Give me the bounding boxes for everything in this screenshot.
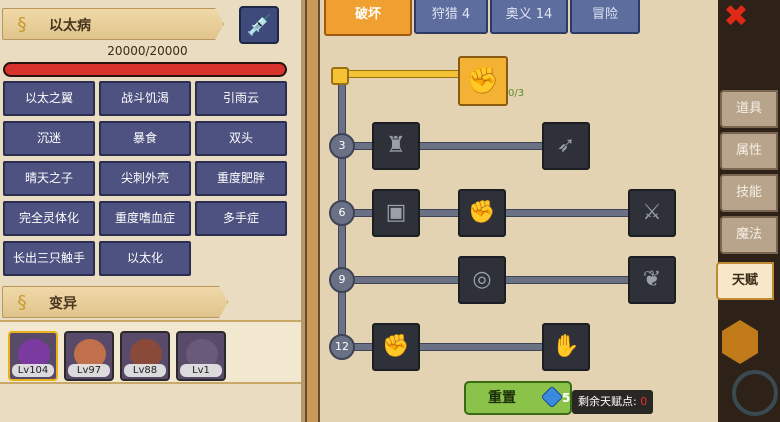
- level-node: 12: [329, 334, 355, 360]
- talent-node[interactable]: ✊: [458, 189, 506, 237]
- character-level: Lv104: [12, 364, 54, 377]
- syringe-icon: 💉: [246, 13, 272, 37]
- disease-banner: § 以太病: [2, 8, 224, 40]
- character-level: Lv88: [124, 364, 166, 377]
- hp-bar-fill: [5, 64, 285, 75]
- disease-title: 以太病: [49, 18, 91, 34]
- talent-points: 剩余天赋点: 0: [572, 390, 654, 414]
- sidebar-tab-magic[interactable]: 魔法: [720, 216, 778, 254]
- talent-node[interactable]: ▣: [372, 189, 420, 237]
- ring-icon: [732, 370, 778, 416]
- sidebar-tab-items[interactable]: 道具: [720, 90, 778, 128]
- talent-node[interactable]: ◎: [458, 256, 506, 304]
- tab-arcane[interactable]: 奥义 14: [490, 0, 568, 34]
- panel-divider: [305, 0, 320, 422]
- skill-button[interactable]: 重度肥胖: [195, 161, 287, 196]
- arrow-icon: ➶: [556, 133, 576, 158]
- skill-button[interactable]: 双头: [195, 121, 287, 156]
- character-level: Lv1: [180, 364, 222, 377]
- skill-button[interactable]: 长出三只触手: [3, 241, 95, 276]
- mutation-banner: § 变异: [2, 286, 228, 318]
- skill-button[interactable]: 晴天之子: [3, 161, 95, 196]
- skill-button[interactable]: 引雨云: [195, 81, 287, 116]
- talent-node[interactable]: ✋: [542, 323, 590, 371]
- reset-button[interactable]: 重置 5: [464, 381, 572, 415]
- talent-node[interactable]: ⚔: [628, 189, 676, 237]
- gauntlet-icon: ✋: [552, 334, 580, 359]
- character-portrait[interactable]: Lv1: [176, 331, 226, 381]
- sidebar-tab-skills[interactable]: 技能: [720, 174, 778, 212]
- reset-label: 重置: [488, 390, 516, 406]
- mutation-title: 变异: [49, 296, 77, 312]
- talent-node[interactable]: ✊: [372, 323, 420, 371]
- points-label: 剩余天赋点:: [578, 395, 637, 408]
- talent-count: 0/3: [508, 88, 525, 99]
- talent-node[interactable]: ❦: [628, 256, 676, 304]
- character-list: Lv104 Lv97 Lv88 Lv1: [0, 320, 303, 384]
- disease-panel: § 以太病 💉 20000/20000 以太之翼 战斗饥渴 引雨云 沉迷 暴食 …: [0, 0, 305, 422]
- sidebar-tab-attributes[interactable]: 属性: [720, 132, 778, 170]
- character-level: Lv97: [68, 364, 110, 377]
- helix-icon: §: [17, 14, 27, 35]
- handshake-icon: ✊: [466, 66, 500, 96]
- level-node: 6: [329, 200, 355, 226]
- points-value: 0: [640, 395, 648, 408]
- character-portrait[interactable]: Lv97: [64, 331, 114, 381]
- sword-icon: ⚔: [642, 200, 662, 225]
- tab-adventure[interactable]: 冒险: [570, 0, 640, 34]
- skill-button[interactable]: 以太之翼: [3, 81, 95, 116]
- tree-root-line: [338, 70, 478, 78]
- card-icon: ▣: [385, 200, 407, 225]
- hp-text: 20000/20000: [107, 44, 188, 58]
- skill-button[interactable]: 重度嗜血症: [99, 201, 191, 236]
- fist-punch-icon: ✊: [468, 200, 496, 225]
- brute-icon: ♜: [386, 133, 406, 158]
- shockwave-icon: ◎: [472, 267, 492, 292]
- talent-handshake[interactable]: ✊: [458, 56, 508, 106]
- reset-cost: 5: [562, 391, 571, 405]
- tab-destroy[interactable]: 破坏: [324, 0, 412, 36]
- gem-icon: [540, 385, 564, 409]
- skill-button[interactable]: 暴食: [99, 121, 191, 156]
- bat-icon: ❦: [642, 267, 662, 292]
- sidebar-tab-talent[interactable]: 天赋: [716, 262, 774, 300]
- emblem-icon: [722, 320, 758, 364]
- helix-icon: §: [17, 292, 27, 313]
- skill-button[interactable]: 以太化: [99, 241, 191, 276]
- skill-button[interactable]: 多手症: [195, 201, 287, 236]
- skill-button[interactable]: 沉迷: [3, 121, 95, 156]
- level-node: 9: [329, 267, 355, 293]
- hp-bar: [3, 62, 287, 77]
- tab-hunt[interactable]: 狩猎 4: [414, 0, 488, 34]
- tree-root-node: [331, 67, 349, 85]
- level-node: 3: [329, 133, 355, 159]
- talent-tree-panel: 破坏 狩猎 4 奥义 14 冒险 3 6 9 12 ✊ 0/3 ♜ ➶ ▣ ✊ …: [320, 0, 718, 422]
- fist-icon: ✊: [382, 334, 410, 359]
- syringe-button[interactable]: 💉: [239, 6, 279, 44]
- skill-button[interactable]: 尖刺外壳: [99, 161, 191, 196]
- skill-button[interactable]: 战斗饥渴: [99, 81, 191, 116]
- character-portrait[interactable]: Lv88: [120, 331, 170, 381]
- talent-node[interactable]: ➶: [542, 122, 590, 170]
- right-sidebar: ✖ 道具 属性 技能 魔法 天赋: [716, 0, 780, 422]
- talent-node[interactable]: ♜: [372, 122, 420, 170]
- close-button[interactable]: ✖: [720, 2, 752, 32]
- skill-button[interactable]: 完全灵体化: [3, 201, 95, 236]
- character-portrait[interactable]: Lv104: [8, 331, 58, 381]
